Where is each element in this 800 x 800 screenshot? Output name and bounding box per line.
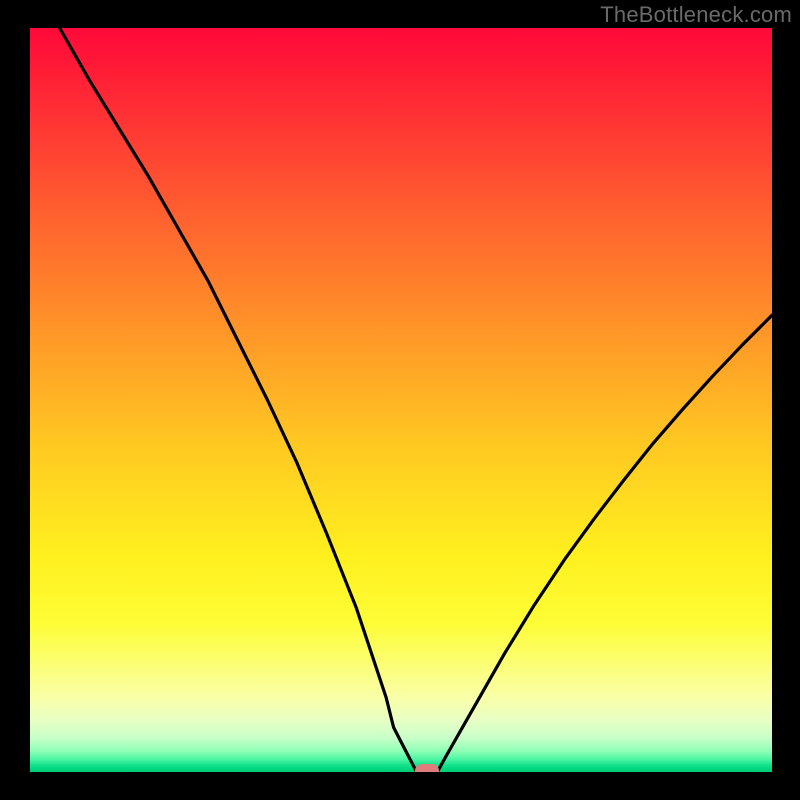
watermark-text: TheBottleneck.com xyxy=(600,2,792,28)
plot-area xyxy=(30,28,772,772)
bottleneck-curve xyxy=(30,28,772,772)
chart-frame: TheBottleneck.com xyxy=(0,0,800,800)
optimal-point-marker xyxy=(415,764,439,773)
